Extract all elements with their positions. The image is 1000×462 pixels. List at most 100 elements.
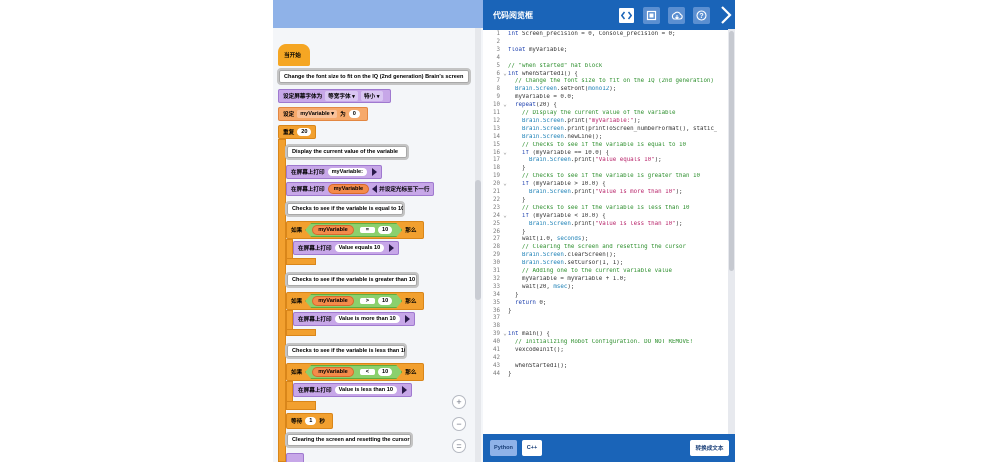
code-line[interactable]: 4	[483, 55, 728, 63]
print-block-2[interactable]: 在屏幕上打印 myVariable 并设定光标至下一行	[286, 182, 435, 196]
code-line[interactable]: 27 wait(1.0, seconds);	[483, 236, 728, 244]
print-block-1[interactable]: 在屏幕上打印 myVariable:	[286, 165, 382, 179]
condition-operator[interactable]: >	[360, 298, 375, 304]
code-line[interactable]: 29 Brain.Screen.clearScreen();	[483, 252, 728, 260]
print-value[interactable]: Value is less than 10	[334, 386, 397, 394]
code-line[interactable]: 19 // Checks to see if the variable is g…	[483, 173, 728, 181]
code-line[interactable]: 2	[483, 39, 728, 47]
print-equal-block[interactable]: 在屏幕上打印 Value equals 10	[293, 241, 400, 255]
code-line[interactable]: 23 // Checks to see if the variable is l…	[483, 205, 728, 213]
comment-block-less[interactable]: Checks to see if the variable is less th…	[285, 343, 407, 359]
print-value[interactable]: myVariable:	[327, 168, 367, 176]
code-view-button[interactable]	[618, 7, 635, 24]
chevron-right-icon[interactable]	[720, 6, 732, 24]
less-condition[interactable]: myVariable < 10	[305, 365, 402, 379]
size-dropdown[interactable]: 特小 ▾	[360, 91, 383, 101]
download-button[interactable]	[668, 7, 685, 24]
workspace-scroll-thumb[interactable]	[475, 180, 481, 300]
if-equal-block[interactable]: 如果 myVariable = 10 那么	[286, 221, 425, 239]
code-line[interactable]: 14 Brain.Screen.newLine();	[483, 134, 728, 142]
comment-block-greater[interactable]: Checks to see if the variable is greater…	[285, 272, 419, 288]
code-line[interactable]: 6 ⌄ int whenStarted1() {	[483, 71, 728, 79]
code-line[interactable]: 15 // Checks to see if the variable is e…	[483, 142, 728, 150]
convert-to-text-button[interactable]: 转换成文本	[690, 440, 729, 456]
repeat-count[interactable]: 20	[297, 128, 312, 136]
comment-block-equal[interactable]: Checks to see if the variable is equal t…	[285, 201, 405, 217]
set-variable-block[interactable]: 设定 myVariable ▾ 为 0	[278, 107, 368, 121]
code-line[interactable]: 22 }	[483, 197, 728, 205]
when-started-block[interactable]: 当开始	[278, 44, 310, 66]
equals-condition[interactable]: myVariable = 10	[305, 223, 402, 237]
code-line[interactable]: 38	[483, 323, 728, 331]
code-line[interactable]: 43 whenStarted1();	[483, 363, 728, 371]
condition-operator[interactable]: <	[360, 369, 375, 375]
blocks-workspace[interactable]: 当开始 Change the font size to fit on the I…	[273, 0, 483, 462]
code-line[interactable]: 12 Brain.Screen.print("myVariable:");	[483, 118, 728, 126]
zoom-reset-button[interactable]: =	[452, 439, 466, 453]
code-line[interactable]: 30 Brain.Screen.setCursor(1, 1);	[483, 260, 728, 268]
variable-dropdown[interactable]: myVariable ▾	[297, 110, 338, 118]
code-line[interactable]: 11 // Display the current value of the v…	[483, 110, 728, 118]
code-line[interactable]: 13 Brain.Screen.print(printToScreen_numb…	[483, 126, 728, 134]
print-greater-block[interactable]: 在屏幕上打印 Value is more than 10	[293, 312, 415, 326]
code-line[interactable]: 5 // "when started" hat block	[483, 63, 728, 71]
code-line[interactable]: 24 ⌄ if (myVariable < 10.0) {	[483, 213, 728, 221]
condition-value[interactable]: 10	[378, 226, 392, 234]
code-line[interactable]: 26 }	[483, 229, 728, 237]
wait-block[interactable]: 等待 1 秒	[286, 413, 333, 429]
zoom-in-button[interactable]: +	[452, 395, 466, 409]
code-line[interactable]: 34 }	[483, 292, 728, 300]
comment-block-clear[interactable]: Clearing the screen and resetting the cu…	[285, 432, 413, 448]
code-line[interactable]: 3 float myVariable;	[483, 47, 728, 55]
print-value[interactable]: Value is more than 10	[334, 315, 400, 323]
code-line[interactable]: 31 // Adding one to the current variable…	[483, 268, 728, 276]
print-less-block[interactable]: 在屏幕上打印 Value is less than 10	[293, 383, 412, 397]
code-line[interactable]: 21 Brain.Screen.print("Value is more tha…	[483, 189, 728, 197]
zoom-out-button[interactable]: −	[452, 417, 466, 431]
code-line[interactable]: 17 Brain.Screen.print("Value equals 10")…	[483, 157, 728, 165]
code-line[interactable]: 35 return 0;	[483, 300, 728, 308]
code-line[interactable]: 1 int Screen_precision = 0, Console_preci…	[483, 31, 728, 39]
condition-variable[interactable]: myVariable	[312, 296, 354, 306]
print-variable-reporter[interactable]: myVariable	[327, 184, 370, 194]
if-less-block[interactable]: 如果 myVariable < 10 那么	[286, 363, 425, 381]
set-font-block[interactable]: 设定屏幕字体为 等宽字体 ▾ 特小 ▾	[278, 89, 391, 103]
partial-print-block[interactable]	[286, 453, 304, 462]
condition-value[interactable]: 10	[378, 368, 392, 376]
code-line[interactable]: 37	[483, 315, 728, 323]
device-button[interactable]	[643, 7, 660, 24]
condition-variable[interactable]: myVariable	[312, 225, 354, 235]
comment-block-display[interactable]: Display the current value of the variabl…	[285, 144, 409, 160]
code-line[interactable]: 28 // Clearing the screen and resetting …	[483, 244, 728, 252]
python-button[interactable]: Python	[490, 440, 517, 456]
code-line[interactable]: 41 vexcodeInit();	[483, 347, 728, 355]
code-line[interactable]: 42	[483, 355, 728, 363]
code-line[interactable]: 16 ⌄ if (myVariable == 10.0) {	[483, 150, 728, 158]
greater-condition[interactable]: myVariable > 10	[305, 294, 402, 308]
print-value[interactable]: Value equals 10	[334, 244, 385, 252]
comment-block-font[interactable]: Change the font size to fit on the IQ (2…	[277, 68, 471, 85]
code-editor[interactable]: 1 int Screen_precision = 0, Console_preci…	[483, 29, 728, 434]
code-line[interactable]: 10 ⌄ repeat(20) {	[483, 102, 728, 110]
set-variable-value[interactable]: 0	[348, 110, 360, 118]
repeat-block[interactable]: 重复 20	[278, 125, 316, 139]
code-line[interactable]: 8 Brain.Screen.setFont(mono12);	[483, 86, 728, 94]
condition-value[interactable]: 10	[378, 297, 392, 305]
code-line[interactable]: 18 }	[483, 165, 728, 173]
code-line[interactable]: 39 ⌄ int main() {	[483, 331, 728, 339]
code-line[interactable]: 36}	[483, 308, 728, 316]
help-button[interactable]: ?	[693, 7, 710, 24]
cpp-button[interactable]: C++	[522, 440, 542, 456]
code-line[interactable]: 32 myVariable = myVariable + 1.0;	[483, 276, 728, 284]
code-line[interactable]: 33 wait(20, msec);	[483, 284, 728, 292]
code-line[interactable]: 20 ⌄ if (myVariable > 10.0) {	[483, 181, 728, 189]
code-line[interactable]: 40 // Initializing Robot Configuration. …	[483, 339, 728, 347]
code-line[interactable]: 7 // Change the font size to fit on the …	[483, 78, 728, 86]
code-scroll-thumb[interactable]	[729, 31, 734, 271]
code-line[interactable]: 25 Brain.Screen.print("Value is less tha…	[483, 221, 728, 229]
if-greater-block[interactable]: 如果 myVariable > 10 那么	[286, 292, 425, 310]
condition-operator[interactable]: =	[360, 227, 375, 233]
code-line[interactable]: 9 myVariable = 0.0;	[483, 94, 728, 102]
condition-variable[interactable]: myVariable	[312, 367, 354, 377]
code-line[interactable]: 44}	[483, 371, 728, 379]
